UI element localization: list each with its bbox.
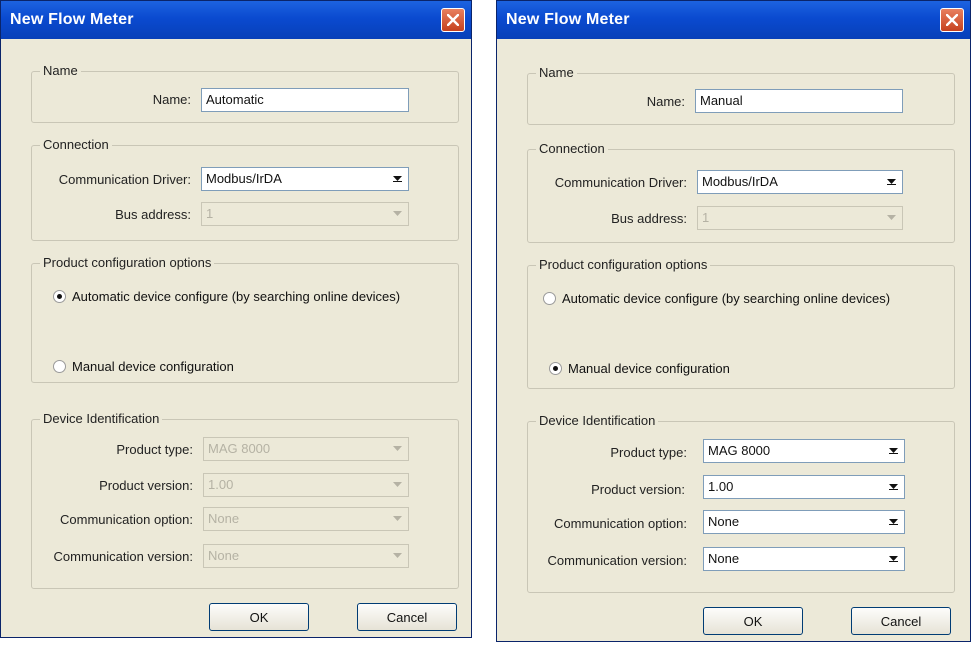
new-flow-meter-dialog-automatic: New Flow Meter Name Name: Automatic Conn… xyxy=(0,0,472,638)
communication-version-label: Communication version: xyxy=(53,549,193,564)
communication-driver-label: Communication Driver: xyxy=(554,175,687,190)
communication-version-value: None xyxy=(208,548,240,563)
bus-address-label: Bus address: xyxy=(611,211,687,226)
cancel-button[interactable]: Cancel xyxy=(357,603,457,631)
bus-address-label: Bus address: xyxy=(115,207,191,222)
product-type-select[interactable]: MAG 8000 xyxy=(703,439,905,463)
close-button[interactable] xyxy=(940,8,964,32)
new-flow-meter-dialog-manual: New Flow Meter Name Name: Manual Connect… xyxy=(496,0,971,642)
chevron-down-icon[interactable] xyxy=(884,478,902,496)
communication-driver-value: Modbus/IrDA xyxy=(206,171,282,186)
name-label: Name: xyxy=(152,92,191,107)
communication-option-select: None xyxy=(203,507,409,531)
chevron-down-icon xyxy=(388,510,406,528)
automatic-configure-label: Automatic device configure (by searching… xyxy=(72,289,401,304)
communication-driver-value: Modbus/IrDA xyxy=(702,174,778,189)
product-version-label: Product version: xyxy=(99,478,193,493)
communication-option-select[interactable]: None xyxy=(703,510,905,534)
chevron-down-icon xyxy=(388,476,406,494)
cancel-button[interactable]: Cancel xyxy=(851,607,951,635)
automatic-configure-label: Automatic device configure (by searching… xyxy=(562,291,891,306)
communication-driver-select[interactable]: Modbus/IrDA xyxy=(697,170,903,194)
chevron-down-icon[interactable] xyxy=(884,550,902,568)
close-icon xyxy=(946,14,958,26)
bus-address-select: 1 xyxy=(201,202,409,226)
communication-version-value: None xyxy=(708,551,740,566)
manual-configuration-label: Manual device configuration xyxy=(568,361,730,376)
name-input[interactable]: Automatic xyxy=(201,88,409,112)
chevron-down-icon[interactable] xyxy=(884,513,902,531)
product-configuration-legend: Product configuration options xyxy=(40,255,215,270)
communication-option-label: Communication option: xyxy=(554,516,687,531)
ok-button[interactable]: OK xyxy=(703,607,803,635)
bus-address-select: 1 xyxy=(697,206,903,230)
ok-button[interactable]: OK xyxy=(209,603,309,631)
connection-group: Connection xyxy=(31,137,459,241)
product-version-select[interactable]: 1.00 xyxy=(703,475,905,499)
chevron-down-icon xyxy=(388,547,406,565)
bus-address-value: 1 xyxy=(206,206,214,221)
chevron-down-icon xyxy=(388,205,406,223)
automatic-configure-radio[interactable]: Automatic device configure (by searching… xyxy=(543,291,890,306)
communication-option-value: None xyxy=(708,514,740,529)
communication-driver-label: Communication Driver: xyxy=(58,172,191,187)
title-bar[interactable]: New Flow Meter xyxy=(497,1,970,39)
device-identification-legend: Device Identification xyxy=(536,413,659,428)
radio-checked-icon[interactable] xyxy=(53,290,66,303)
radio-unchecked-icon[interactable] xyxy=(543,292,556,305)
communication-driver-select[interactable]: Modbus/IrDA xyxy=(201,167,409,191)
manual-configuration-radio[interactable]: Manual device configuration xyxy=(549,361,730,376)
product-version-select: 1.00 xyxy=(203,473,409,497)
radio-checked-icon[interactable] xyxy=(549,362,562,375)
product-version-value: 1.00 xyxy=(208,477,234,492)
communication-version-label: Communication version: xyxy=(547,553,687,568)
close-button[interactable] xyxy=(441,8,465,32)
dialog-title: New Flow Meter xyxy=(10,11,134,28)
product-type-select: MAG 8000 xyxy=(203,437,409,461)
name-group-legend: Name xyxy=(40,63,81,78)
title-bar[interactable]: New Flow Meter xyxy=(1,1,471,39)
automatic-configure-radio[interactable]: Automatic device configure (by searching… xyxy=(53,289,400,304)
dialog-title: New Flow Meter xyxy=(506,11,630,28)
device-identification-legend: Device Identification xyxy=(40,411,163,426)
product-type-label: Product type: xyxy=(116,442,193,457)
chevron-down-icon[interactable] xyxy=(882,173,900,191)
manual-configuration-radio[interactable]: Manual device configuration xyxy=(53,359,234,374)
chevron-down-icon xyxy=(882,209,900,227)
communication-version-select[interactable]: None xyxy=(703,547,905,571)
name-label: Name: xyxy=(646,94,685,109)
chevron-down-icon[interactable] xyxy=(388,170,406,188)
chevron-down-icon xyxy=(388,440,406,458)
product-version-value: 1.00 xyxy=(708,479,734,494)
product-configuration-legend: Product configuration options xyxy=(536,257,711,272)
radio-unchecked-icon[interactable] xyxy=(53,360,66,373)
communication-option-value: None xyxy=(208,511,240,526)
product-type-value: MAG 8000 xyxy=(708,443,771,458)
name-input[interactable]: Manual xyxy=(695,89,903,113)
close-icon xyxy=(447,14,459,26)
communication-option-label: Communication option: xyxy=(60,512,193,527)
name-group-legend: Name xyxy=(536,65,577,80)
product-type-value: MAG 8000 xyxy=(208,441,271,456)
bus-address-value: 1 xyxy=(702,210,710,225)
product-type-label: Product type: xyxy=(610,445,687,460)
connection-group-legend: Connection xyxy=(40,137,112,152)
communication-version-select: None xyxy=(203,544,409,568)
product-version-label: Product version: xyxy=(591,482,685,497)
connection-group-legend: Connection xyxy=(536,141,608,156)
chevron-down-icon[interactable] xyxy=(884,442,902,460)
manual-configuration-label: Manual device configuration xyxy=(72,359,234,374)
